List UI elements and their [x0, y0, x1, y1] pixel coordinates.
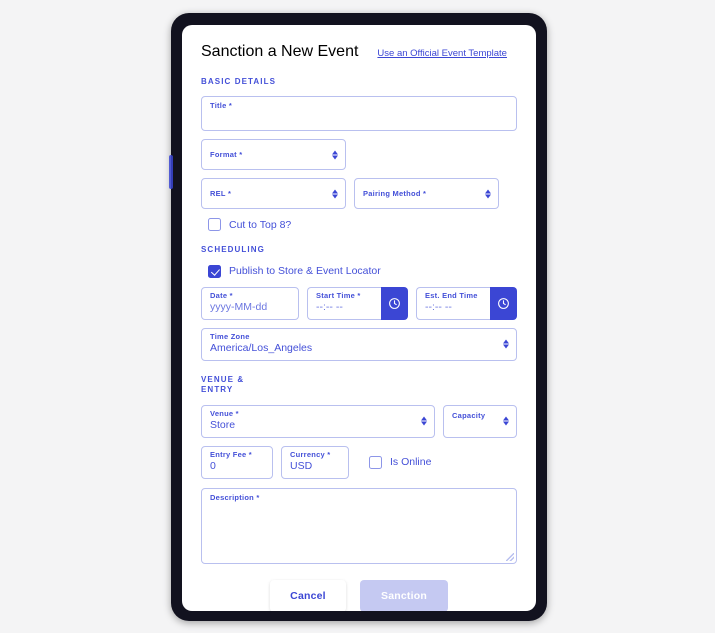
- timezone-select[interactable]: Time Zone America/Los_Angeles: [201, 327, 517, 361]
- section-heading-venue-entry: VENUE & ENTRY: [201, 374, 245, 395]
- currency-field[interactable]: Currency * USD: [281, 445, 349, 479]
- clock-icon: [498, 297, 509, 309]
- venue-select-label: Venue *: [210, 408, 239, 418]
- is-online-checkbox-row[interactable]: Is Online: [369, 455, 432, 469]
- entry-fee-field-label: Entry Fee *: [210, 449, 252, 459]
- start-time-field-value: --:-- --: [316, 301, 343, 314]
- timezone-select-label: Time Zone: [210, 332, 250, 342]
- is-online-label: Is Online: [390, 456, 432, 469]
- cancel-button[interactable]: Cancel: [270, 579, 346, 611]
- start-time-picker-button[interactable]: [381, 286, 408, 320]
- start-time-group[interactable]: Start Time * --:-- --: [307, 286, 408, 320]
- rel-select[interactable]: REL *: [201, 178, 346, 210]
- cut-to-top-8-label: Cut to Top 8?: [229, 218, 292, 231]
- clock-icon: [389, 297, 400, 309]
- title-field[interactable]: Title *: [201, 96, 517, 132]
- start-time-field-label: Start Time *: [316, 291, 361, 301]
- sanction-button[interactable]: Sanction: [360, 579, 448, 611]
- publish-to-store-label: Publish to Store & Event Locator: [229, 265, 381, 278]
- date-field-value: yyyy-MM-dd: [210, 301, 268, 314]
- venue-select[interactable]: Venue * Store: [201, 404, 435, 438]
- venue-select-value: Store: [210, 419, 236, 432]
- section-heading-scheduling: SCHEDULING: [201, 245, 265, 255]
- resize-handle-icon[interactable]: [506, 552, 514, 561]
- pairing-method-select[interactable]: Pairing Method *: [354, 178, 499, 210]
- start-time-field[interactable]: Start Time * --:-- --: [307, 286, 381, 320]
- capacity-field[interactable]: Capacity: [443, 404, 517, 438]
- timezone-select-value: America/Los_Angeles: [210, 342, 313, 355]
- section-heading-basic-details: BASIC DETAILS: [201, 77, 277, 86]
- pairing-method-select-label: Pairing Method *: [363, 188, 427, 198]
- form-footer: Cancel Sanction: [201, 579, 517, 611]
- section-basic-details: BASIC DETAILS Title * Format * REL * Pai…: [201, 77, 517, 232]
- page-title: Sanction a New Event: [201, 43, 359, 60]
- description-textarea[interactable]: Description *: [201, 487, 517, 564]
- spinner-arrows-icon: [485, 189, 491, 199]
- format-select-label: Format *: [210, 149, 243, 159]
- use-official-event-template-link[interactable]: Use an Official Event Template: [377, 48, 507, 59]
- end-time-group[interactable]: Est. End Time --:-- --: [416, 286, 517, 320]
- entry-fee-field-value: 0: [210, 460, 216, 473]
- publish-to-store-checkbox[interactable]: [208, 264, 221, 278]
- end-time-picker-button[interactable]: [490, 286, 517, 320]
- currency-field-label: Currency *: [290, 449, 331, 459]
- publish-checkbox-row[interactable]: Publish to Store & Event Locator: [208, 264, 517, 278]
- cut-to-top-8-checkbox-row[interactable]: Cut to Top 8?: [208, 218, 517, 232]
- spinner-arrows-icon: [503, 339, 509, 349]
- spinner-arrows-icon: [503, 416, 509, 426]
- date-field-label: Date *: [210, 291, 233, 301]
- spinner-arrows-icon: [332, 150, 338, 160]
- form-header: Sanction a New Event Use an Official Eve…: [201, 43, 517, 61]
- event-sanction-form-card: Sanction a New Event Use an Official Eve…: [182, 25, 536, 611]
- spinner-arrows-icon: [421, 416, 427, 426]
- rel-select-label: REL *: [210, 188, 232, 198]
- section-scheduling: SCHEDULING Publish to Store & Event Loca…: [201, 245, 517, 361]
- end-time-field[interactable]: Est. End Time --:-- --: [416, 286, 490, 320]
- section-venue-entry: VENUE & ENTRY Venue * Store Capacity Ent…: [201, 375, 517, 564]
- format-select[interactable]: Format *: [201, 139, 346, 171]
- currency-field-value: USD: [290, 460, 313, 473]
- entry-fee-field[interactable]: Entry Fee * 0: [201, 445, 273, 479]
- title-field-label: Title *: [210, 101, 233, 111]
- volume-button[interactable]: [169, 155, 173, 189]
- end-time-field-label: Est. End Time: [425, 291, 478, 301]
- end-time-field-value: --:-- --: [425, 301, 452, 314]
- is-online-checkbox[interactable]: [369, 455, 382, 469]
- spinner-arrows-icon: [332, 189, 338, 199]
- cut-to-top-8-checkbox[interactable]: [208, 218, 221, 232]
- date-field[interactable]: Date * yyyy-MM-dd: [201, 286, 299, 320]
- capacity-field-label: Capacity: [452, 410, 486, 420]
- description-textarea-label: Description *: [210, 492, 260, 502]
